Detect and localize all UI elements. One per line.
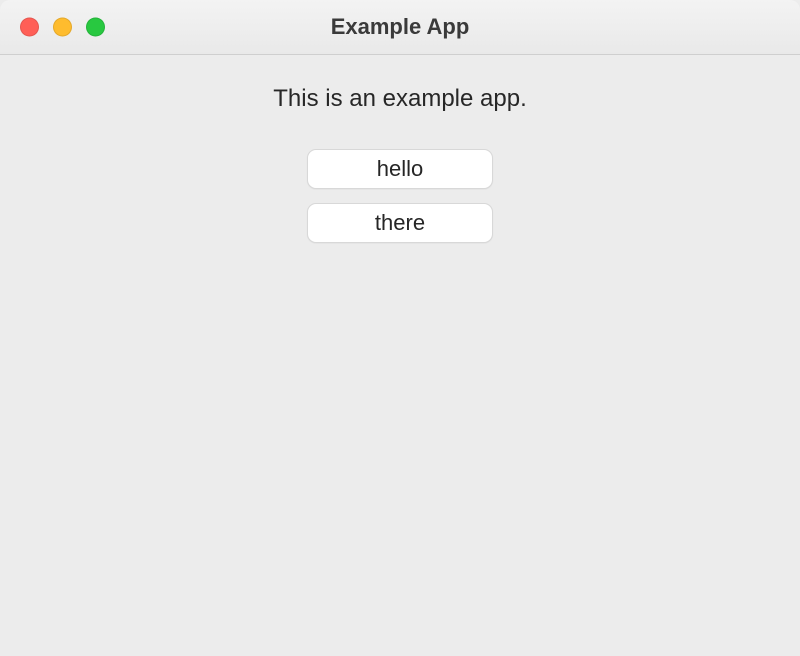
close-icon[interactable] (20, 18, 39, 37)
minimize-icon[interactable] (53, 18, 72, 37)
button-stack: hello there (307, 149, 493, 243)
titlebar: Example App (0, 0, 800, 55)
window-title: Example App (331, 14, 470, 40)
hello-button[interactable]: hello (307, 149, 493, 189)
traffic-lights (20, 18, 105, 37)
description-label: This is an example app. (273, 85, 526, 113)
there-button[interactable]: there (307, 203, 493, 243)
content-area: This is an example app. hello there (0, 55, 800, 656)
zoom-icon[interactable] (86, 18, 105, 37)
app-window: Example App This is an example app. hell… (0, 0, 800, 656)
